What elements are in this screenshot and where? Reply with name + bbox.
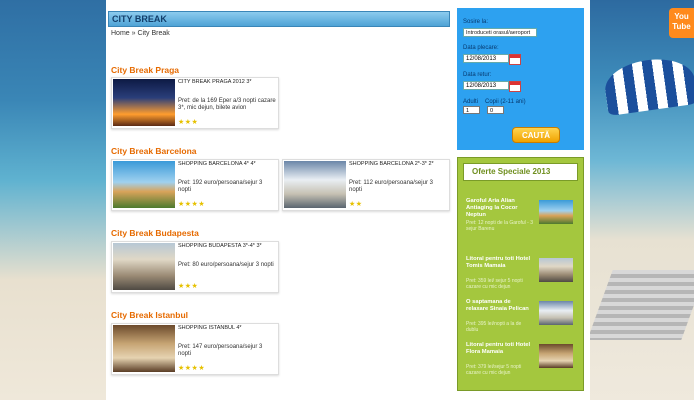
- offer-price: Pret: 379 lei/sejur 5 nopti cazare cu mi…: [466, 364, 522, 376]
- offer-title[interactable]: Litoral pentru toti Hotel Tomis Mamaia: [466, 256, 534, 270]
- beach-background-left: [0, 0, 106, 400]
- section-heading[interactable]: City Break Istanbul: [111, 310, 188, 320]
- offer-photo[interactable]: [539, 200, 573, 224]
- page-title: CITY BREAK: [108, 11, 450, 27]
- offer-photo[interactable]: [539, 258, 573, 282]
- offers-title: Oferte Speciale 2013: [463, 163, 578, 181]
- offer-title[interactable]: O saptamana de relaxare Sinaia Pelican: [466, 299, 534, 313]
- section-istanbul: City Break Istanbul: [111, 310, 188, 320]
- offer-item[interactable]: Litoral pentru toti Hotel Flora Mamaia P…: [466, 342, 578, 384]
- offer-price: Pret: 12 nopti de la Garoful - 3 sejur B…: [466, 220, 533, 232]
- search-form: Sosire la: Introduceti orasul/aeroport D…: [457, 8, 584, 150]
- card-title[interactable]: SHOPPING BUDAPESTA 3*-4* 3*: [178, 243, 276, 249]
- adults-select[interactable]: 1: [463, 106, 480, 114]
- destination-input[interactable]: Introduceti orasul/aeroport: [463, 28, 537, 37]
- star-rating-icon: ★★: [349, 201, 363, 208]
- card-price: Pret: 147 euro/persoana/sejur 3 nopti: [178, 344, 263, 357]
- card-title[interactable]: CITY BREAK PRAGA 2012 3*: [178, 79, 276, 85]
- offer-price: Pret: 395 lei/nopti a la de dublu: [466, 321, 522, 333]
- offer-price: Pret: 359 lei/ sejur 5 nopti cazare cu m…: [466, 278, 523, 290]
- children-select[interactable]: 0: [487, 106, 504, 114]
- checkin-date-input[interactable]: 12/08/2013: [463, 54, 509, 63]
- youtube-icon[interactable]: You Tube: [669, 8, 694, 38]
- offer-card-barcelona-4[interactable]: SHOPPING BARCELONA 4* 4* Pret: 192 euro/…: [111, 159, 279, 211]
- checkin-label: Data plecare:: [463, 45, 499, 51]
- breadcrumb[interactable]: Home » City Break: [108, 30, 450, 37]
- checkout-label: Data retur:: [463, 72, 492, 78]
- card-price: Pret: de la 169 Eper a/3 nopti cazare 3*…: [178, 98, 276, 111]
- card-title[interactable]: SHOPPING BARCELONA 2*-3* 2*: [349, 161, 447, 167]
- destination-label: Sosire la:: [463, 19, 489, 25]
- hotel-photo[interactable]: [284, 161, 346, 208]
- offer-photo[interactable]: [539, 344, 573, 368]
- calendar-icon[interactable]: [509, 81, 521, 92]
- offer-title[interactable]: Garoful Aria Alian Antiaging la Cocor Ne…: [466, 198, 534, 219]
- star-rating-icon: ★★★★: [178, 365, 206, 372]
- card-title[interactable]: SHOPPING BARCELONA 4* 4*: [178, 161, 276, 167]
- offer-item[interactable]: Litoral pentru toti Hotel Tomis Mamaia P…: [466, 256, 578, 298]
- adults-label: Adulti: [463, 99, 479, 105]
- children-label: Copii (2-11 ani): [485, 99, 526, 105]
- calendar-icon[interactable]: [509, 54, 521, 65]
- offer-card-budapesta[interactable]: SHOPPING BUDAPESTA 3*-4* 3* Pret: 80 eur…: [111, 241, 279, 293]
- section-heading[interactable]: City Break Barcelona: [111, 146, 197, 156]
- card-price: Pret: 112 euro/persoana/sejur 3 nopti: [349, 180, 433, 193]
- card-price: Pret: 80 euro/persoana/sejur 3 nopti: [178, 262, 274, 268]
- offer-card-praga[interactable]: CITY BREAK PRAGA 2012 3* Pret: de la 169…: [111, 77, 279, 129]
- star-rating-icon: ★★★★: [178, 201, 206, 208]
- hotel-photo[interactable]: [113, 243, 175, 290]
- offer-photo[interactable]: [539, 301, 573, 325]
- section-heading[interactable]: City Break Budapesta: [111, 228, 199, 238]
- section-praga: City Break Praga: [111, 65, 179, 75]
- hotel-photo[interactable]: [113, 161, 175, 208]
- checkout-date-input[interactable]: 12/08/2013: [463, 81, 509, 90]
- card-title[interactable]: SHOPPING ISTANBUL 4*: [178, 325, 276, 331]
- offer-card-barcelona-2[interactable]: SHOPPING BARCELONA 2*-3* 2* Pret: 112 eu…: [282, 159, 450, 211]
- hotel-photo[interactable]: [113, 79, 175, 126]
- offer-title[interactable]: Litoral pentru toti Hotel Flora Mamaia: [466, 342, 534, 356]
- section-barcelona: City Break Barcelona: [111, 146, 197, 156]
- offer-card-istanbul[interactable]: SHOPPING ISTANBUL 4* Pret: 147 euro/pers…: [111, 323, 279, 375]
- section-budapesta: City Break Budapesta: [111, 228, 199, 238]
- search-button[interactable]: CAUTĂ: [512, 127, 560, 143]
- card-price: Pret: 192 euro/persoana/sejur 3 nopti: [178, 180, 263, 193]
- offer-item[interactable]: O saptamana de relaxare Sinaia Pelican P…: [466, 299, 578, 341]
- star-rating-icon: ★★★: [178, 283, 199, 290]
- main-content: CITY BREAK Home » City Break City Break …: [108, 11, 450, 375]
- section-heading[interactable]: City Break Praga: [111, 65, 179, 75]
- hotel-photo[interactable]: [113, 325, 175, 372]
- special-offers-panel: Oferte Speciale 2013 Garoful Aria Alian …: [457, 157, 584, 391]
- offer-item[interactable]: Garoful Aria Alian Antiaging la Cocor Ne…: [466, 198, 578, 240]
- star-rating-icon: ★★★: [178, 119, 199, 126]
